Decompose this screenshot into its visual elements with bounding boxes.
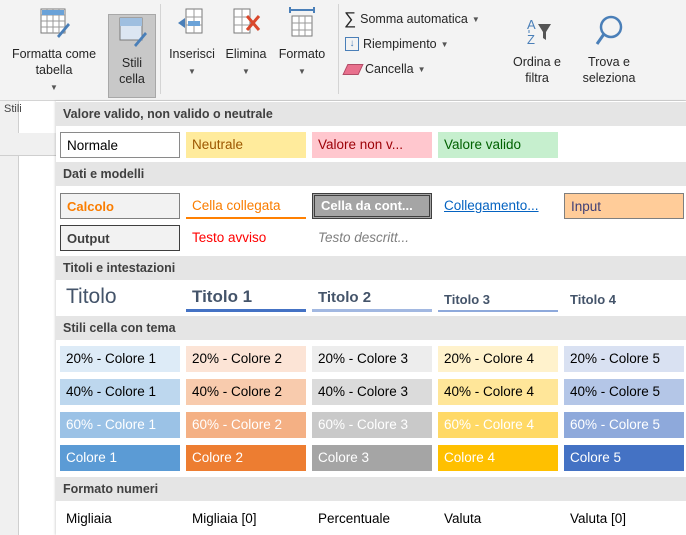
- style-explanatory-text[interactable]: Testo descritt...: [312, 225, 432, 251]
- style-40-accent-4[interactable]: 40% - Colore 4: [438, 379, 558, 405]
- section-header-good-bad: Valore valido, non valido o neutrale: [56, 102, 686, 126]
- style-60-accent-1[interactable]: 60% - Colore 1: [60, 412, 180, 438]
- cell-styles-button[interactable]: Stili cella: [108, 14, 156, 98]
- svg-text:Z: Z: [527, 32, 535, 47]
- chevron-down-icon: ▼: [440, 39, 449, 49]
- style-bad[interactable]: Valore non v...: [312, 132, 432, 158]
- find-select-label: Trova e seleziona: [582, 55, 636, 85]
- style-currency-0[interactable]: Valuta [0]: [564, 506, 684, 532]
- style-heading-4[interactable]: Titolo 4: [564, 286, 684, 312]
- style-60-accent-4[interactable]: 60% - Colore 4: [438, 412, 558, 438]
- delete-cells-icon: [221, 6, 271, 44]
- chevron-down-icon: ▼: [50, 83, 58, 92]
- style-check-cell[interactable]: Cella da cont...: [312, 193, 432, 219]
- style-hyperlink[interactable]: Collegamento...: [438, 193, 558, 219]
- fill-label: Riempimento: [363, 37, 437, 51]
- section-header-number-format: Formato numeri: [56, 477, 686, 501]
- format-cells-icon: [272, 6, 332, 44]
- chevron-down-icon: ▼: [298, 67, 306, 76]
- chevron-down-icon: ▼: [188, 67, 196, 76]
- separator: [160, 4, 161, 94]
- style-60-accent-3[interactable]: 60% - Colore 3: [312, 412, 432, 438]
- style-60-accent-5[interactable]: 60% - Colore 5: [564, 412, 684, 438]
- delete-label: Elimina: [225, 47, 267, 61]
- style-40-accent-3[interactable]: 40% - Colore 3: [312, 379, 432, 405]
- cell-styles-icon: [109, 15, 155, 53]
- style-accent-2[interactable]: Colore 2: [186, 445, 306, 471]
- autosum-button[interactable]: ∑ Somma automatica ▼: [344, 9, 480, 28]
- separator: [338, 4, 339, 94]
- style-40-accent-5[interactable]: 40% - Colore 5: [564, 379, 684, 405]
- style-currency[interactable]: Valuta: [438, 506, 558, 532]
- svg-text:A: A: [527, 17, 536, 32]
- style-percent[interactable]: Percentuale: [312, 506, 432, 532]
- column-header-strip: [0, 133, 56, 156]
- insert-button[interactable]: Inserisci ▼: [164, 6, 220, 96]
- format-table-icon: [2, 6, 106, 44]
- section-header-titles: Titoli e intestazioni: [56, 256, 686, 280]
- format-as-table-label: Formatta come tabella: [11, 47, 97, 77]
- cell-styles-gallery: Valore valido, non valido o neutrale Nor…: [56, 101, 686, 535]
- clear-label: Cancella: [365, 62, 414, 76]
- format-button[interactable]: Formato ▼: [272, 6, 332, 96]
- styles-group-label: Stili: [4, 103, 22, 115]
- eraser-icon: [342, 63, 364, 75]
- sort-filter-icon: A Z: [506, 14, 568, 52]
- style-output[interactable]: Output: [60, 225, 180, 251]
- style-comma-0[interactable]: Migliaia [0]: [186, 506, 306, 532]
- cell-styles-label: Stili cella: [119, 56, 145, 86]
- fill-button[interactable]: ↓ Riempimento ▼: [345, 37, 449, 51]
- style-warning-text[interactable]: Testo avviso: [186, 225, 306, 251]
- style-accent-4[interactable]: Colore 4: [438, 445, 558, 471]
- style-heading-1[interactable]: Titolo 1: [186, 282, 306, 312]
- insert-label: Inserisci: [169, 47, 215, 61]
- style-neutral[interactable]: Neutrale: [186, 132, 306, 158]
- style-normal[interactable]: Normale: [60, 132, 180, 158]
- section-header-data-models: Dati e modelli: [56, 162, 686, 186]
- format-label: Formato: [278, 47, 326, 61]
- style-40-accent-2[interactable]: 40% - Colore 2: [186, 379, 306, 405]
- style-20-accent-1[interactable]: 20% - Colore 1: [60, 346, 180, 372]
- row-header-strip: [0, 101, 19, 535]
- style-heading-3[interactable]: Titolo 3: [438, 286, 558, 312]
- style-comma[interactable]: Migliaia: [60, 506, 180, 532]
- autosum-label: Somma automatica: [360, 12, 468, 26]
- find-select-button[interactable]: Trova e seleziona: [570, 14, 648, 94]
- style-accent-5[interactable]: Colore 5: [564, 445, 684, 471]
- style-accent-3[interactable]: Colore 3: [312, 445, 432, 471]
- style-20-accent-2[interactable]: 20% - Colore 2: [186, 346, 306, 372]
- insert-cells-icon: [164, 6, 220, 44]
- magnifier-icon: [570, 14, 648, 52]
- sigma-icon: ∑: [344, 9, 357, 28]
- style-heading-2[interactable]: Titolo 2: [312, 284, 432, 312]
- style-input[interactable]: Input: [564, 193, 684, 219]
- style-40-accent-1[interactable]: 40% - Colore 1: [60, 379, 180, 405]
- style-good[interactable]: Valore valido: [438, 132, 558, 158]
- chevron-down-icon: ▼: [242, 67, 250, 76]
- style-20-accent-5[interactable]: 20% - Colore 5: [564, 346, 684, 372]
- section-header-themed: Stili cella con tema: [56, 316, 686, 340]
- fill-down-icon: ↓: [345, 37, 359, 51]
- chevron-down-icon: ▼: [417, 64, 426, 74]
- style-60-accent-2[interactable]: 60% - Colore 2: [186, 412, 306, 438]
- delete-button[interactable]: Elimina ▼: [221, 6, 271, 96]
- ribbon: Formatta come tabella ▼ Stili cella Inse…: [0, 0, 686, 101]
- clear-button[interactable]: Cancella ▼: [342, 62, 426, 76]
- format-as-table-button[interactable]: Formatta come tabella ▼: [2, 6, 106, 92]
- chevron-down-icon: ▼: [471, 14, 480, 24]
- style-accent-1[interactable]: Colore 1: [60, 445, 180, 471]
- style-20-accent-4[interactable]: 20% - Colore 4: [438, 346, 558, 372]
- sort-filter-button[interactable]: A Z Ordina e filtra: [506, 14, 568, 94]
- sort-filter-label: Ordina e filtra: [513, 55, 561, 85]
- style-20-accent-3[interactable]: 20% - Colore 3: [312, 346, 432, 372]
- style-calculation[interactable]: Calcolo: [60, 193, 180, 219]
- style-title[interactable]: Titolo: [60, 282, 180, 312]
- style-linked-cell[interactable]: Cella collegata: [186, 193, 306, 219]
